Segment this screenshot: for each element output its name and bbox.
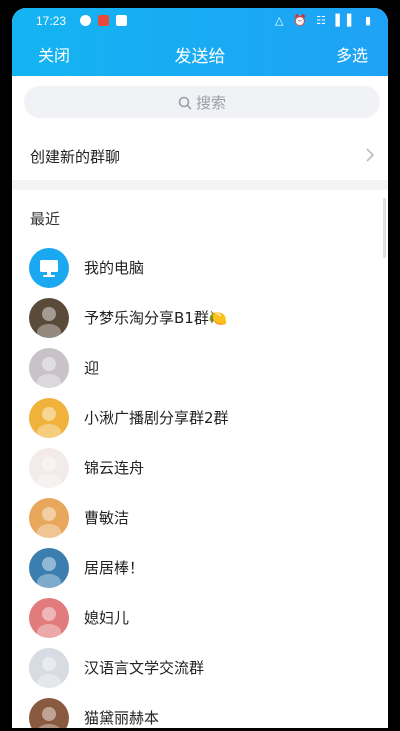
status-time: 17:23 bbox=[36, 14, 67, 28]
scrollbar[interactable] bbox=[383, 198, 386, 258]
avatar-image bbox=[37, 507, 61, 538]
list-item[interactable]: 居居棒！ bbox=[12, 542, 388, 592]
avatar bbox=[29, 698, 69, 728]
contact-name: 锦云连舟 bbox=[84, 459, 145, 477]
list-item[interactable]: 猫黛丽赫本 bbox=[12, 692, 388, 728]
contact-name: 我的电脑 bbox=[84, 259, 145, 277]
avatar-image bbox=[37, 407, 61, 438]
avatar-image bbox=[37, 457, 61, 488]
contact-name: 媳妇儿 bbox=[84, 609, 130, 627]
contact-name: 小湫广播剧分享群2群 bbox=[84, 409, 229, 427]
avatar bbox=[29, 398, 69, 438]
list-item[interactable]: 我的电脑 bbox=[12, 242, 388, 292]
avatar bbox=[29, 498, 69, 538]
list-item[interactable]: 锦云连舟 bbox=[12, 442, 388, 492]
avatar bbox=[29, 598, 69, 638]
notification-icon bbox=[98, 15, 109, 26]
recent-section-title: 最近 bbox=[30, 210, 61, 228]
search-icon bbox=[178, 96, 192, 110]
status-icons: △ ⏰ ☷ ▌▌ ▮ bbox=[275, 14, 374, 27]
contact-name: 猫黛丽赫本 bbox=[84, 709, 160, 727]
avatar-image bbox=[38, 707, 60, 728]
multi-select-button[interactable]: 多选 bbox=[336, 42, 368, 66]
create-group-button[interactable]: 创建新的群聊 bbox=[12, 134, 388, 180]
avatar-image bbox=[37, 557, 61, 588]
avatar-image bbox=[37, 357, 61, 388]
list-item[interactable]: 汉语言文学交流群 bbox=[12, 642, 388, 692]
avatar bbox=[29, 448, 69, 488]
page-title: 发送给 bbox=[174, 47, 226, 67]
contact-name: 汉语言文学交流群 bbox=[84, 659, 205, 677]
avatar bbox=[29, 348, 69, 388]
avatar bbox=[29, 248, 69, 288]
avatar-image bbox=[37, 307, 61, 338]
avatar bbox=[29, 298, 69, 338]
contact-name: 居居棒！ bbox=[84, 559, 145, 577]
avatar-image bbox=[37, 657, 61, 688]
list-item[interactable]: 媳妇儿 bbox=[12, 592, 388, 642]
avatar-image bbox=[37, 607, 61, 638]
create-group-label: 创建新的群聊 bbox=[30, 148, 121, 166]
notification-icon bbox=[80, 15, 91, 26]
contact-name: 曹敏洁 bbox=[84, 509, 130, 527]
nav-bar: 关闭 发送给 多选 bbox=[12, 38, 388, 70]
list-item[interactable]: 小湫广播剧分享群2群 bbox=[12, 392, 388, 442]
section-divider bbox=[12, 180, 388, 190]
avatar bbox=[29, 548, 69, 588]
avatar bbox=[29, 648, 69, 688]
contact-name: 予梦乐淘分享B1群🍋 bbox=[84, 309, 228, 327]
share-screen: 17:23 △ ⏰ ☷ ▌▌ ▮ 关闭 发送给 多选 搜索 创建新的群聊 最近 … bbox=[12, 8, 388, 728]
chevron-right-icon bbox=[366, 148, 374, 162]
status-bar: 17:23 △ ⏰ ☷ ▌▌ ▮ bbox=[12, 8, 388, 34]
search-placeholder: 搜索 bbox=[195, 94, 226, 112]
computer-icon bbox=[40, 260, 58, 277]
list-item[interactable]: 迎 bbox=[12, 342, 388, 392]
map-icon bbox=[116, 15, 127, 26]
recent-list: 我的电脑予梦乐淘分享B1群🍋 迎小湫广播剧分享群2群 锦云连舟曹敏洁居居棒！ 媳妇儿汉… bbox=[12, 242, 388, 728]
contact-name: 迎 bbox=[84, 359, 100, 377]
search-input[interactable]: 搜索 bbox=[24, 86, 380, 118]
list-item[interactable]: 曹敏洁 bbox=[12, 492, 388, 542]
list-item[interactable]: 予梦乐淘分享B1群🍋 bbox=[12, 292, 388, 342]
top-bar: 17:23 △ ⏰ ☷ ▌▌ ▮ 关闭 发送给 多选 bbox=[12, 8, 388, 76]
